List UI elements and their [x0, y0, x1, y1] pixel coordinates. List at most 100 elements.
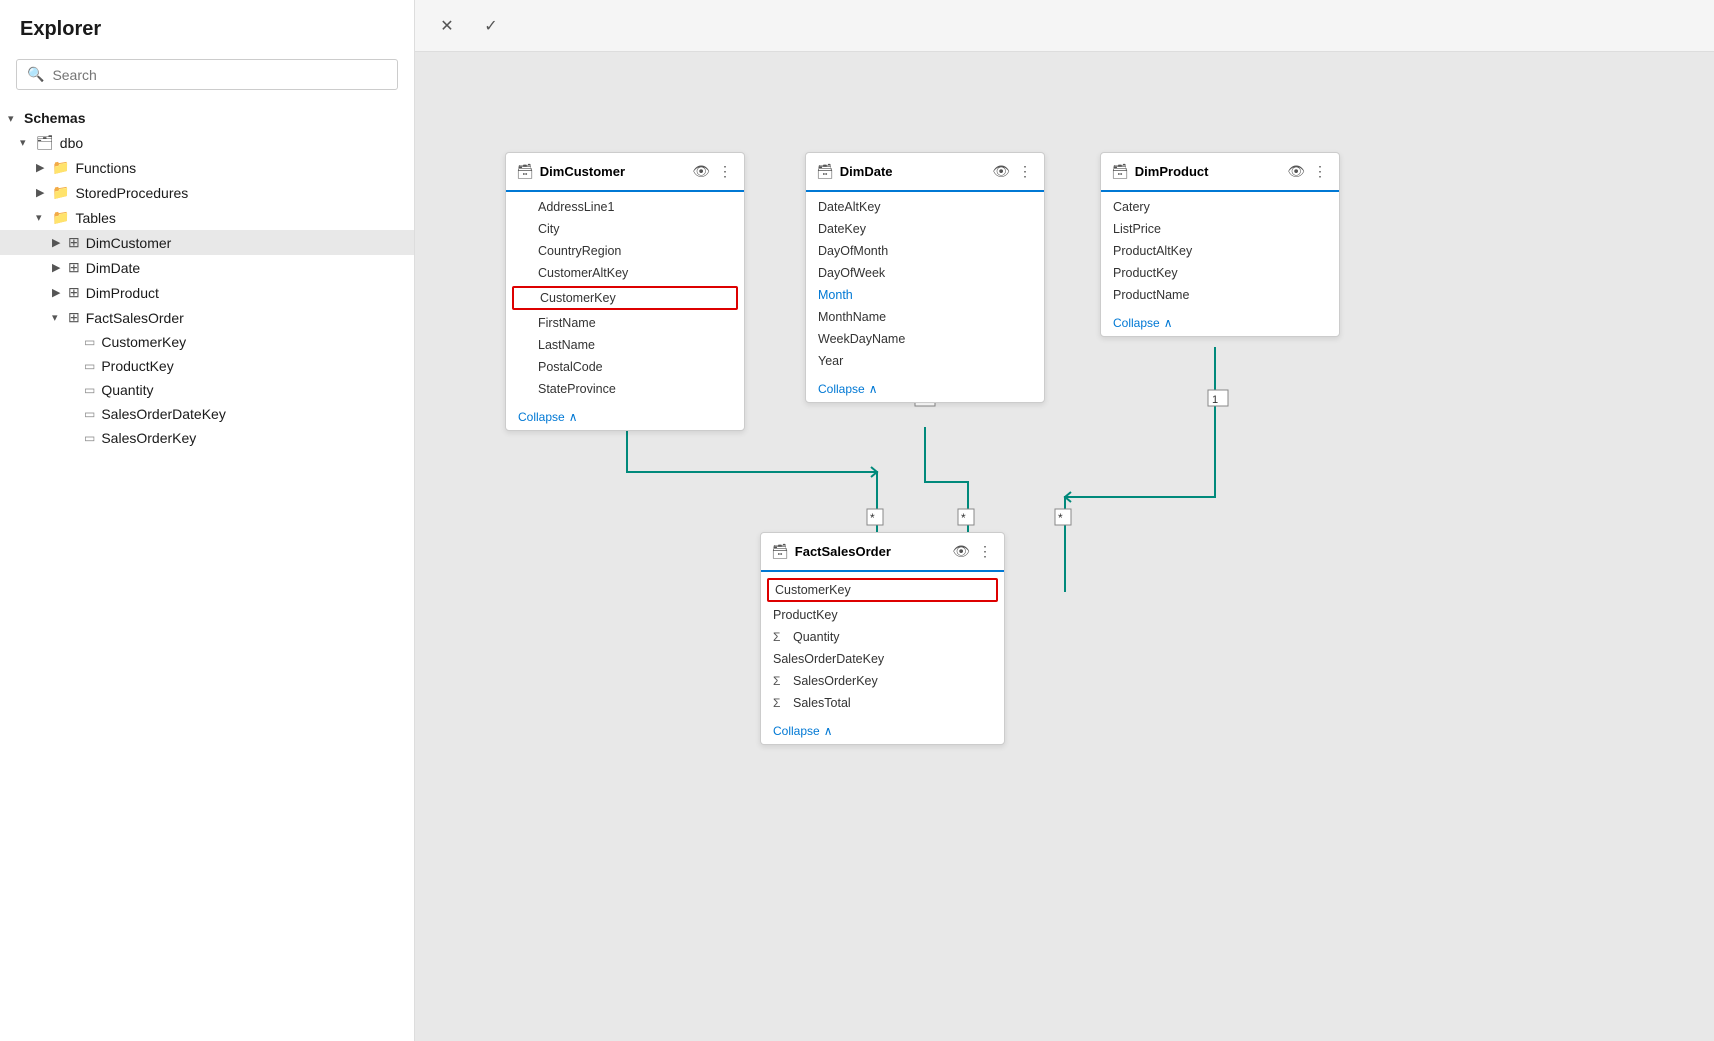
table-icon-dimcustomer: ⊞: [68, 234, 80, 251]
sidebar-item-dbo[interactable]: ▾ 🗂 dbo: [0, 130, 414, 155]
dimdate-actions: 👁 ⋮: [990, 161, 1034, 182]
fso-title: FactSalesOrder: [795, 544, 944, 559]
field-lastname: LastName: [506, 334, 744, 356]
chevron-dimcustomer: ▶: [52, 236, 68, 249]
fso-field-customerkey: CustomerKey: [767, 578, 998, 602]
dimcustomer-more-btn[interactable]: ⋮: [716, 161, 734, 182]
dimcustomer-card[interactable]: 🗃 DimCustomer 👁 ⋮ AddressLine1 City Coun…: [505, 152, 745, 431]
dimproduct-eye-btn[interactable]: 👁: [1285, 161, 1307, 182]
field-dayofweek: DayOfWeek: [806, 262, 1044, 284]
field-weekdayname: WeekDayName: [806, 328, 1044, 350]
confirm-button[interactable]: ✓: [475, 10, 507, 42]
field-datekey: DateKey: [806, 218, 1044, 240]
table-icon-dimdate: ⊞: [68, 259, 80, 276]
table-icon-fso: 🗃: [771, 543, 789, 560]
sidebar-item-tables[interactable]: ▾ 📁 Tables: [0, 205, 414, 230]
search-box[interactable]: 🔍: [16, 59, 398, 90]
table-icon: 🗃: [516, 163, 534, 180]
dimcustomer-collapse[interactable]: Collapse ∧: [506, 404, 744, 430]
field-month: Month: [806, 284, 1044, 306]
fso-eye-btn[interactable]: 👁: [950, 541, 972, 562]
sidebar-item-functions[interactable]: ▶ 📁 Functions: [0, 155, 414, 180]
dimproduct-collapse[interactable]: Collapse ∧: [1101, 310, 1339, 336]
field-icon-quantity: ▭: [84, 383, 95, 397]
dimcustomer-body: AddressLine1 City CountryRegion Customer…: [506, 192, 744, 404]
field-dayofmonth: DayOfMonth: [806, 240, 1044, 262]
dimdate-header: 🗃 DimDate 👁 ⋮: [806, 153, 1044, 192]
chevron-dbo: ▾: [20, 136, 36, 149]
cancel-button[interactable]: ✕: [431, 10, 463, 42]
svg-text:*: *: [961, 511, 966, 525]
fso-body: CustomerKey ProductKey ΣQuantity SalesOr…: [761, 572, 1004, 718]
field-icon-sokey: ▭: [84, 431, 95, 445]
sidebar-item-fso-quantity[interactable]: ▭ Quantity: [0, 378, 414, 402]
sidebar-item-dimcustomer[interactable]: ▶ ⊞ DimCustomer: [0, 230, 414, 255]
field-catery: Catery: [1101, 196, 1339, 218]
field-listprice: ListPrice: [1101, 218, 1339, 240]
chevron-tables: ▾: [36, 211, 52, 224]
field-customerkey-highlighted: CustomerKey: [512, 286, 738, 310]
dimproduct-actions: 👁 ⋮: [1285, 161, 1329, 182]
dimproduct-more-btn[interactable]: ⋮: [1311, 161, 1329, 182]
fso-field-salesorderkey: ΣSalesOrderKey: [761, 670, 1004, 692]
chevron-dimdate: ▶: [52, 261, 68, 274]
sidebar-item-factsalesorder[interactable]: ▾ ⊞ FactSalesOrder: [0, 305, 414, 330]
field-stateprovince: StateProvince: [506, 378, 744, 400]
dimproduct-title: DimProduct: [1135, 164, 1279, 179]
dimproduct-card[interactable]: 🗃 DimProduct 👁 ⋮ Catery ListPrice Produc…: [1100, 152, 1340, 337]
sidebar: Explorer 🔍 ▾ Schemas ▾ 🗂 dbo ▶ 📁 Functio…: [0, 0, 415, 1041]
fso-field-salestotal: ΣSalesTotal: [761, 692, 1004, 714]
toolbar: ✕ ✓: [415, 0, 1714, 52]
dimdate-collapse[interactable]: Collapse ∧: [806, 376, 1044, 402]
dimdate-title: DimDate: [840, 164, 984, 179]
chevron-schemas: ▾: [8, 112, 24, 125]
field-monthname: MonthName: [806, 306, 1044, 328]
field-firstname: FirstName: [506, 312, 744, 334]
sidebar-title: Explorer: [0, 0, 414, 51]
folder-icon-sp: 📁: [52, 184, 69, 201]
field-icon-productkey: ▭: [84, 359, 95, 373]
table-icon-fso: ⊞: [68, 309, 80, 326]
dimdate-eye-btn[interactable]: 👁: [990, 161, 1012, 182]
fso-more-btn[interactable]: ⋮: [976, 541, 994, 562]
fso-field-productkey: ProductKey: [761, 604, 1004, 626]
sidebar-item-dimdate[interactable]: ▶ ⊞ DimDate: [0, 255, 414, 280]
search-icon: 🔍: [27, 66, 44, 83]
factsalesorder-card[interactable]: 🗃 FactSalesOrder 👁 ⋮ CustomerKey Product…: [760, 532, 1005, 745]
svg-text:1: 1: [1212, 394, 1218, 406]
field-city: City: [506, 218, 744, 240]
sidebar-item-dimproduct[interactable]: ▶ ⊞ DimProduct: [0, 280, 414, 305]
fso-collapse[interactable]: Collapse ∧: [761, 718, 1004, 744]
table-icon-dimproduct: ⊞: [68, 284, 80, 301]
field-addressline1: AddressLine1: [506, 196, 744, 218]
main-area: ✕ ✓ 1 * 1 * 1: [415, 0, 1714, 1041]
canvas[interactable]: 1 * 1 * 1 * 🗃 DimCustome: [415, 52, 1714, 1041]
search-input[interactable]: [52, 67, 387, 83]
sidebar-item-storedprocs[interactable]: ▶ 📁 StoredProcedures: [0, 180, 414, 205]
field-productaltkey: ProductAltKey: [1101, 240, 1339, 262]
fso-field-salesorderdatekey: SalesOrderDateKey: [761, 648, 1004, 670]
dimdate-more-btn[interactable]: ⋮: [1016, 161, 1034, 182]
field-datealtkey: DateAltKey: [806, 196, 1044, 218]
field-customeraltkey: CustomerAltKey: [506, 262, 744, 284]
sidebar-item-fso-salesorderkey[interactable]: ▭ SalesOrderKey: [0, 426, 414, 450]
sidebar-item-fso-customerkey[interactable]: ▭ CustomerKey: [0, 330, 414, 354]
dimcustomer-title: DimCustomer: [540, 164, 684, 179]
folder-icon: 📁: [52, 159, 69, 176]
dimproduct-header: 🗃 DimProduct 👁 ⋮: [1101, 153, 1339, 192]
sidebar-item-fso-salesorderdatekey[interactable]: ▭ SalesOrderDateKey: [0, 402, 414, 426]
sidebar-item-fso-productkey[interactable]: ▭ ProductKey: [0, 354, 414, 378]
dimdate-card[interactable]: 🗃 DimDate 👁 ⋮ DateAltKey DateKey DayOfMo…: [805, 152, 1045, 403]
field-postalcode: PostalCode: [506, 356, 744, 378]
table-icon-dd: 🗃: [816, 163, 834, 180]
field-year: Year: [806, 350, 1044, 372]
chevron-functions: ▶: [36, 161, 52, 174]
sidebar-item-schemas[interactable]: ▾ Schemas: [0, 106, 414, 130]
sidebar-tree: ▾ Schemas ▾ 🗂 dbo ▶ 📁 Functions ▶ 📁 Stor…: [0, 102, 414, 1041]
table-icon-dp: 🗃: [1111, 163, 1129, 180]
field-icon-customerkey: ▭: [84, 335, 95, 349]
svg-text:*: *: [1058, 511, 1063, 525]
dimcustomer-eye-btn[interactable]: 👁: [690, 161, 712, 182]
field-productkey: ProductKey: [1101, 262, 1339, 284]
dimproduct-body: Catery ListPrice ProductAltKey ProductKe…: [1101, 192, 1339, 310]
